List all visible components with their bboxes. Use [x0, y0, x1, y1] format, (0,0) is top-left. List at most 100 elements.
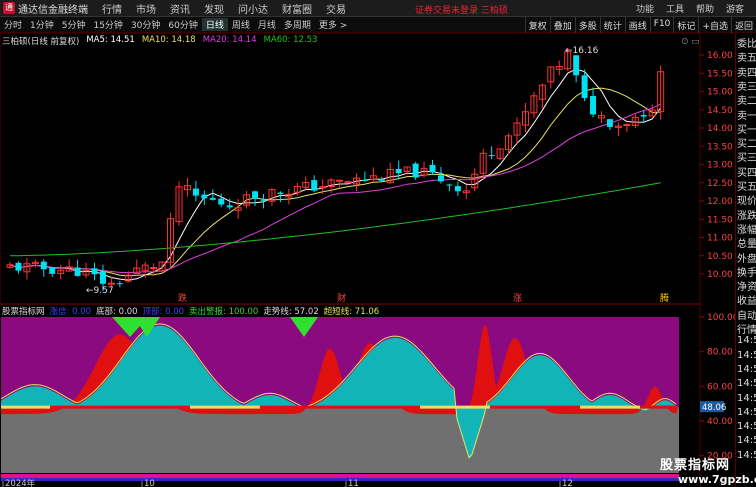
menu-market[interactable]: 市场 — [136, 1, 156, 16]
side-panel-item[interactable]: 收益 — [737, 292, 756, 307]
indicator-axis-label: 80.00 — [707, 348, 733, 358]
event-marker: 财 — [337, 292, 346, 304]
watermark-url: www.7gpzb.com — [678, 473, 756, 486]
indicator-item-5: 超短线: 71.06 — [323, 307, 380, 317]
side-panel-item[interactable]: 自动 — [737, 307, 756, 322]
side-panel-item[interactable]: 总量 — [737, 235, 756, 250]
period-timeshare[interactable]: 分时 — [0, 18, 26, 31]
side-panel-item[interactable]: 买五 — [737, 178, 756, 193]
period-daily[interactable]: 日线 — [201, 18, 228, 31]
tool-add-favorite[interactable]: +自选 — [698, 17, 731, 34]
side-panel-item[interactable]: 买一 — [737, 121, 756, 136]
period-15min[interactable]: 15分钟 — [89, 18, 126, 31]
indicator-axis-label: 100.00 — [707, 313, 735, 323]
tool-mark[interactable]: 标记 — [673, 17, 698, 34]
side-panel-item[interactable]: 买三 — [737, 149, 756, 164]
price-axis-label: 12.50 — [707, 179, 733, 189]
menu-discover[interactable]: 发现 — [204, 1, 224, 16]
ma10-label: MA10: 14.18 — [141, 35, 196, 45]
side-panel-item[interactable]: 14:5 — [737, 335, 756, 346]
signal-bar-segment — [580, 405, 640, 409]
menu-guest[interactable]: 游客 — [726, 2, 744, 15]
candle-body — [99, 271, 106, 284]
period-60min[interactable]: 60分钟 — [164, 18, 201, 31]
tool-draw[interactable]: 画线 — [624, 17, 650, 34]
menu-function[interactable]: 功能 — [636, 2, 654, 15]
indicator-name[interactable]: 股票指标网 — [2, 305, 45, 317]
side-panel-item[interactable]: 卖一 — [737, 107, 756, 122]
candle-body — [277, 192, 284, 194]
candle-body — [344, 181, 352, 184]
ma-legend: 三柏硕(日线 前复权) MA5: 14.51 MA10: 14.18 MA20:… — [2, 35, 324, 47]
settings-icon[interactable]: ⊙ — [681, 37, 689, 47]
candle-body — [311, 180, 318, 191]
login-notice[interactable]: 证券交易未登录 三柏硕 — [415, 3, 508, 16]
tool-back[interactable]: 返回 — [730, 17, 756, 34]
period-toolbar: 分时 1分钟 5分钟 15分钟 30分钟 60分钟 日线 周线 月线 多周期 更… — [0, 17, 756, 34]
tool-adjust[interactable]: 复权 — [524, 17, 550, 34]
event-marker: 腾 — [660, 292, 669, 304]
menu-market-quotes[interactable]: 行情 — [102, 1, 122, 16]
candle-body — [437, 175, 444, 182]
tool-overlay[interactable]: 叠加 — [549, 17, 575, 34]
side-panel-item[interactable]: 涨幅 — [737, 221, 756, 236]
price-axis-label: 13.50 — [707, 142, 733, 152]
side-panel-item[interactable]: 14:5 — [737, 421, 756, 432]
menu-trade[interactable]: 交易 — [326, 1, 346, 16]
candle-body — [446, 184, 453, 186]
side-panel-item[interactable]: 卖五 — [737, 49, 756, 64]
menu-help[interactable]: 帮助 — [696, 2, 714, 15]
period-multi[interactable]: 多周期 — [280, 18, 315, 31]
side-panel-item[interactable]: 换手 — [737, 264, 756, 279]
side-panel-item[interactable]: 行情 — [737, 321, 756, 336]
period-30min[interactable]: 30分钟 — [127, 18, 164, 31]
price-axis-label: 11.00 — [707, 234, 733, 244]
period-weekly[interactable]: 周线 — [228, 18, 254, 31]
stock-title[interactable]: 三柏硕(日线 前复权) — [2, 35, 79, 47]
side-panel-item[interactable]: 卖四 — [737, 64, 756, 79]
side-panel-item[interactable]: 卖二 — [737, 92, 756, 107]
app-title: 通达信金融终端 — [18, 4, 88, 16]
indicator-axis-label: 60.00 — [707, 382, 733, 392]
side-panel-item[interactable]: 现价 — [737, 192, 756, 207]
period-monthly[interactable]: 月线 — [254, 18, 280, 31]
signal-bar-segment — [490, 405, 580, 409]
price-axis-label: 11.50 — [707, 215, 733, 225]
side-panel-item[interactable]: 14:5 — [737, 435, 756, 446]
menu-ask-xiaoda[interactable]: 问小达 — [238, 1, 268, 16]
collapse-icon[interactable]: ▭ — [691, 37, 700, 47]
candle-body — [209, 197, 216, 200]
period-5min[interactable]: 5分钟 — [58, 18, 90, 31]
side-panel-item[interactable]: 净资 — [737, 278, 756, 293]
candle-body — [573, 55, 580, 76]
period-more[interactable]: 更多 > — [315, 18, 351, 31]
side-panel-item[interactable]: 外盘 — [737, 250, 756, 265]
side-panel-item[interactable]: 14:5 — [737, 350, 756, 361]
side-panel-item[interactable]: 14:5 — [737, 378, 756, 389]
candle-body — [192, 188, 199, 196]
side-panel-item[interactable]: 买二 — [737, 135, 756, 150]
bottom-bar-blue — [1, 478, 679, 481]
quote-side-panel[interactable]: 委比 卖五 卖四 卖三 卖二 卖一 买一 买二 买三 买四 买五 现价 涨跌 涨幅 总量 外盘 换手 净资 收益 自动… — [735, 33, 756, 487]
candle-body — [218, 198, 225, 205]
kline-chart[interactable]: 16.00 15.50 15.00 14.50 14.00 13.50 13.00 12.50… — [0, 33, 735, 487]
menu-news[interactable]: 资讯 — [170, 1, 190, 16]
tool-f10[interactable]: F10 — [649, 17, 674, 34]
candle-body — [15, 262, 22, 271]
tool-stats[interactable]: 统计 — [599, 17, 625, 34]
date-label: 10 — [144, 479, 155, 487]
menu-tools[interactable]: 工具 — [666, 2, 684, 15]
side-panel-item[interactable]: 涨跌 — [737, 207, 756, 222]
menu-wealth-circle[interactable]: 财富圈 — [282, 1, 312, 16]
date-label: 2024年 — [5, 478, 36, 487]
tool-multistock[interactable]: 多股 — [574, 17, 600, 34]
side-panel-item[interactable]: 14:5 — [737, 393, 756, 404]
period-1min[interactable]: 1分钟 — [26, 18, 58, 31]
side-panel-item[interactable]: 14:5 — [737, 407, 756, 418]
side-panel-item[interactable]: 14:5 — [737, 364, 756, 375]
side-panel-item[interactable]: 卖三 — [737, 78, 756, 93]
chart-corner-icons[interactable]: ⊙ ▭ — [681, 37, 700, 47]
side-panel-item[interactable]: 委比 — [737, 35, 756, 50]
price-axis-label: 10.00 — [707, 270, 733, 280]
side-panel-item[interactable]: 买四 — [737, 164, 756, 179]
